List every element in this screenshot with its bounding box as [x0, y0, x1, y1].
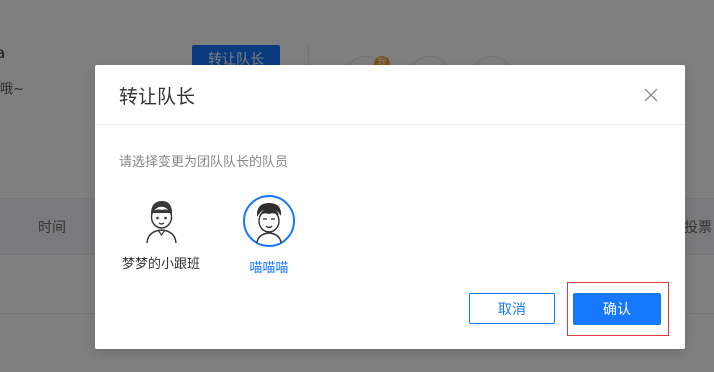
member-option[interactable]: 梦梦的小跟班 — [111, 195, 211, 272]
transfer-captain-dialog: 转让队长 请选择变更为团队队长的队员 梦梦的小跟班 喵喵喵 取消 确认 — [95, 65, 685, 349]
member-option-selected[interactable]: 喵喵喵 — [219, 195, 319, 276]
confirm-button[interactable]: 确认 — [573, 293, 661, 325]
dialog-title: 转让队长 — [119, 86, 196, 108]
close-icon[interactable] — [641, 85, 661, 105]
avatar — [136, 195, 186, 245]
member-name: 梦梦的小跟班 — [121, 257, 200, 272]
avatar — [243, 195, 295, 247]
dialog-header: 转让队长 — [95, 65, 685, 125]
dialog-instruction: 请选择变更为团队队长的队员 — [119, 155, 289, 170]
member-name: 喵喵喵 — [249, 261, 289, 276]
cancel-button[interactable]: 取消 — [469, 293, 555, 324]
